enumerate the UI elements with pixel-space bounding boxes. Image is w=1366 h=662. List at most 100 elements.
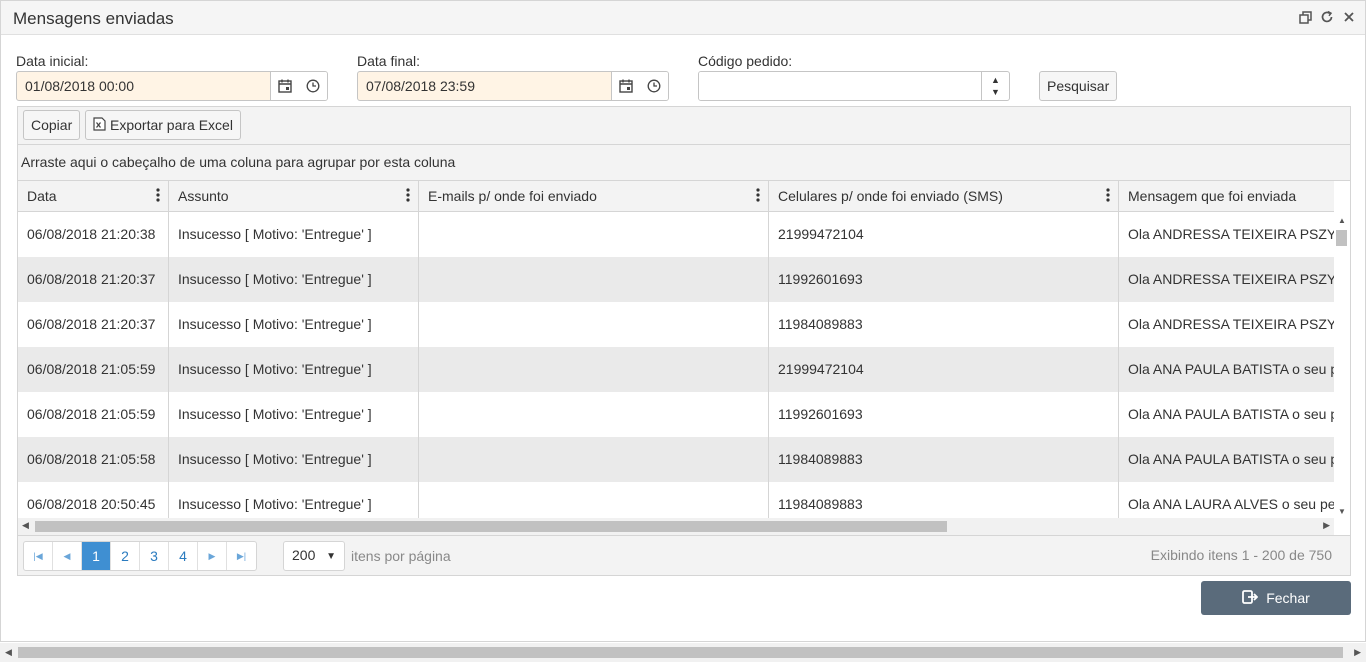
page-size-label: itens por página — [351, 548, 451, 564]
table-row[interactable]: 06/08/2018 21:05:59 Insucesso [ Motivo: … — [18, 392, 1334, 437]
cell-message: Ola ANA PAULA BATISTA o seu p — [1128, 406, 1334, 422]
start-date-input[interactable] — [17, 72, 270, 100]
spin-up-icon[interactable]: ▲ — [991, 75, 1000, 85]
cell-subject: Insucesso [ Motivo: 'Entregue' ] — [169, 437, 419, 482]
table-row[interactable]: 06/08/2018 20:50:45 Insucesso [ Motivo: … — [18, 482, 1334, 518]
order-code-input[interactable] — [699, 72, 981, 100]
scroll-right-icon[interactable]: ▶ — [1323, 520, 1330, 531]
export-excel-label: Exportar para Excel — [110, 117, 233, 133]
cell-subject: Insucesso [ Motivo: 'Entregue' ] — [169, 302, 419, 347]
cell-message: Ola ANA PAULA BATISTA o seu p — [1128, 361, 1334, 377]
scroll-down-icon[interactable]: ▼ — [1338, 507, 1346, 516]
cell-message: Ola ANA PAULA BATISTA o seu p — [1128, 451, 1334, 467]
excel-icon — [93, 116, 106, 134]
clock-icon[interactable] — [306, 79, 320, 93]
column-menu-icon[interactable] — [1106, 188, 1110, 205]
close-icon[interactable] — [1341, 8, 1357, 26]
table-row[interactable]: 06/08/2018 21:20:37 Insucesso [ Motivo: … — [18, 302, 1334, 347]
window-titlebar: Mensagens enviadas — [1, 1, 1365, 35]
cell-subject: Insucesso [ Motivo: 'Entregue' ] — [169, 212, 419, 257]
page-button-4[interactable]: 4 — [169, 542, 198, 570]
order-code-spinner: ▲ ▼ — [981, 72, 1009, 100]
column-header-label: Data — [27, 188, 57, 204]
refresh-icon[interactable] — [1319, 8, 1335, 26]
column-header-label: Mensagem que foi enviada — [1128, 188, 1297, 204]
close-window-button[interactable]: Fechar — [1201, 581, 1351, 615]
grid-body: 06/08/2018 21:20:38 Insucesso [ Motivo: … — [18, 212, 1334, 518]
clock-icon[interactable] — [647, 79, 661, 93]
exit-icon — [1242, 589, 1259, 607]
cell-message: Ola ANA LAURA ALVES o seu pe — [1128, 496, 1334, 512]
grid-horizontal-scrollbar[interactable]: ◀ ▶ — [18, 518, 1334, 535]
column-header-label: Celulares p/ onde foi enviado (SMS) — [778, 188, 1003, 204]
column-header-date[interactable]: Data — [18, 181, 169, 212]
group-drop-area[interactable]: Arraste aqui o cabeçalho de uma coluna p… — [18, 145, 1350, 181]
column-menu-icon[interactable] — [756, 188, 760, 205]
order-code-field: ▲ ▼ — [698, 71, 1010, 101]
column-header-message[interactable]: Mensagem que foi enviada — [1119, 181, 1334, 212]
scroll-right-icon[interactable]: ▶ — [1354, 647, 1361, 658]
column-menu-icon[interactable] — [406, 188, 410, 205]
search-button[interactable]: Pesquisar — [1039, 71, 1118, 101]
cell-phones: 21999472104 — [769, 347, 1119, 392]
cell-subject: Insucesso [ Motivo: 'Entregue' ] — [169, 257, 419, 302]
grid-toolbar: Copiar Exportar para Excel — [18, 107, 1350, 145]
copy-button[interactable]: Copiar — [23, 110, 81, 140]
cell-phones: 11992601693 — [769, 392, 1119, 437]
column-header-emails[interactable]: E-mails p/ onde foi enviado — [419, 181, 769, 212]
column-menu-icon[interactable] — [156, 188, 160, 205]
page-button-1[interactable]: 1 — [82, 542, 111, 570]
page-size-select[interactable]: 200 ▼ — [283, 541, 345, 571]
cell-phones: 11984089883 — [769, 302, 1119, 347]
prev-page-icon[interactable]: ◀ — [53, 542, 82, 570]
pager-info: Exibindo itens 1 - 200 de 750 — [1150, 547, 1332, 563]
order-code-label: Código pedido: — [698, 53, 793, 69]
end-date-input[interactable] — [358, 72, 611, 100]
calendar-icon[interactable] — [619, 79, 633, 93]
page-button-3[interactable]: 3 — [140, 542, 169, 570]
cell-date: 06/08/2018 21:05:59 — [18, 347, 169, 392]
end-date-label: Data final: — [357, 53, 421, 69]
column-header-subject[interactable]: Assunto — [169, 181, 419, 212]
last-page-icon[interactable]: ▶| — [227, 542, 256, 570]
table-row[interactable]: 06/08/2018 21:05:59 Insucesso [ Motivo: … — [18, 347, 1334, 392]
scrollbar-thumb[interactable] — [35, 521, 947, 532]
messages-window: Mensagens enviadas Data inicial: Data fi… — [0, 0, 1366, 642]
scrollbar-thumb[interactable] — [1336, 230, 1347, 246]
cell-emails — [419, 347, 769, 392]
scroll-up-icon[interactable]: ▲ — [1338, 216, 1346, 225]
cell-message: Ola ANDRESSA TEIXEIRA PSZY — [1128, 271, 1334, 287]
cell-date: 06/08/2018 21:20:38 — [18, 212, 169, 257]
chevron-down-icon: ▼ — [326, 551, 336, 562]
close-window-label: Fechar — [1266, 590, 1310, 606]
cell-emails — [419, 302, 769, 347]
column-header-label: Assunto — [178, 188, 229, 204]
start-date-label: Data inicial: — [16, 53, 89, 69]
scrollbar-thumb[interactable] — [18, 647, 1343, 658]
cell-message: Ola ANDRESSA TEIXEIRA PSZY — [1128, 226, 1334, 242]
grid-header: Data Assunto E-mails p/ onde foi enviado… — [18, 181, 1334, 212]
next-page-icon[interactable]: ▶ — [198, 542, 227, 570]
grid-vertical-scrollbar[interactable]: ▲ ▼ — [1334, 212, 1350, 518]
page-button-2[interactable]: 2 — [111, 542, 140, 570]
restore-icon[interactable] — [1297, 8, 1313, 26]
first-page-icon[interactable]: |◀ — [24, 542, 53, 570]
calendar-icon[interactable] — [278, 79, 292, 93]
cell-phones: 11992601693 — [769, 257, 1119, 302]
end-date-field — [357, 71, 669, 101]
spin-down-icon[interactable]: ▼ — [991, 87, 1000, 97]
cell-date: 06/08/2018 21:05:58 — [18, 437, 169, 482]
messages-grid: Copiar Exportar para Excel Arraste aqui … — [17, 106, 1351, 576]
scroll-left-icon[interactable]: ◀ — [5, 647, 12, 658]
scroll-left-icon[interactable]: ◀ — [22, 520, 29, 531]
export-excel-button[interactable]: Exportar para Excel — [85, 110, 241, 140]
table-row[interactable]: 06/08/2018 21:20:37 Insucesso [ Motivo: … — [18, 257, 1334, 302]
table-row[interactable]: 06/08/2018 21:20:38 Insucesso [ Motivo: … — [18, 212, 1334, 257]
cell-date: 06/08/2018 20:50:45 — [18, 482, 169, 518]
cell-date: 06/08/2018 21:05:59 — [18, 392, 169, 437]
page-horizontal-scrollbar[interactable]: ◀ ▶ — [0, 643, 1366, 662]
table-row[interactable]: 06/08/2018 21:05:58 Insucesso [ Motivo: … — [18, 437, 1334, 482]
column-header-label: E-mails p/ onde foi enviado — [428, 188, 597, 204]
start-date-field — [16, 71, 328, 101]
column-header-phones[interactable]: Celulares p/ onde foi enviado (SMS) — [769, 181, 1119, 212]
